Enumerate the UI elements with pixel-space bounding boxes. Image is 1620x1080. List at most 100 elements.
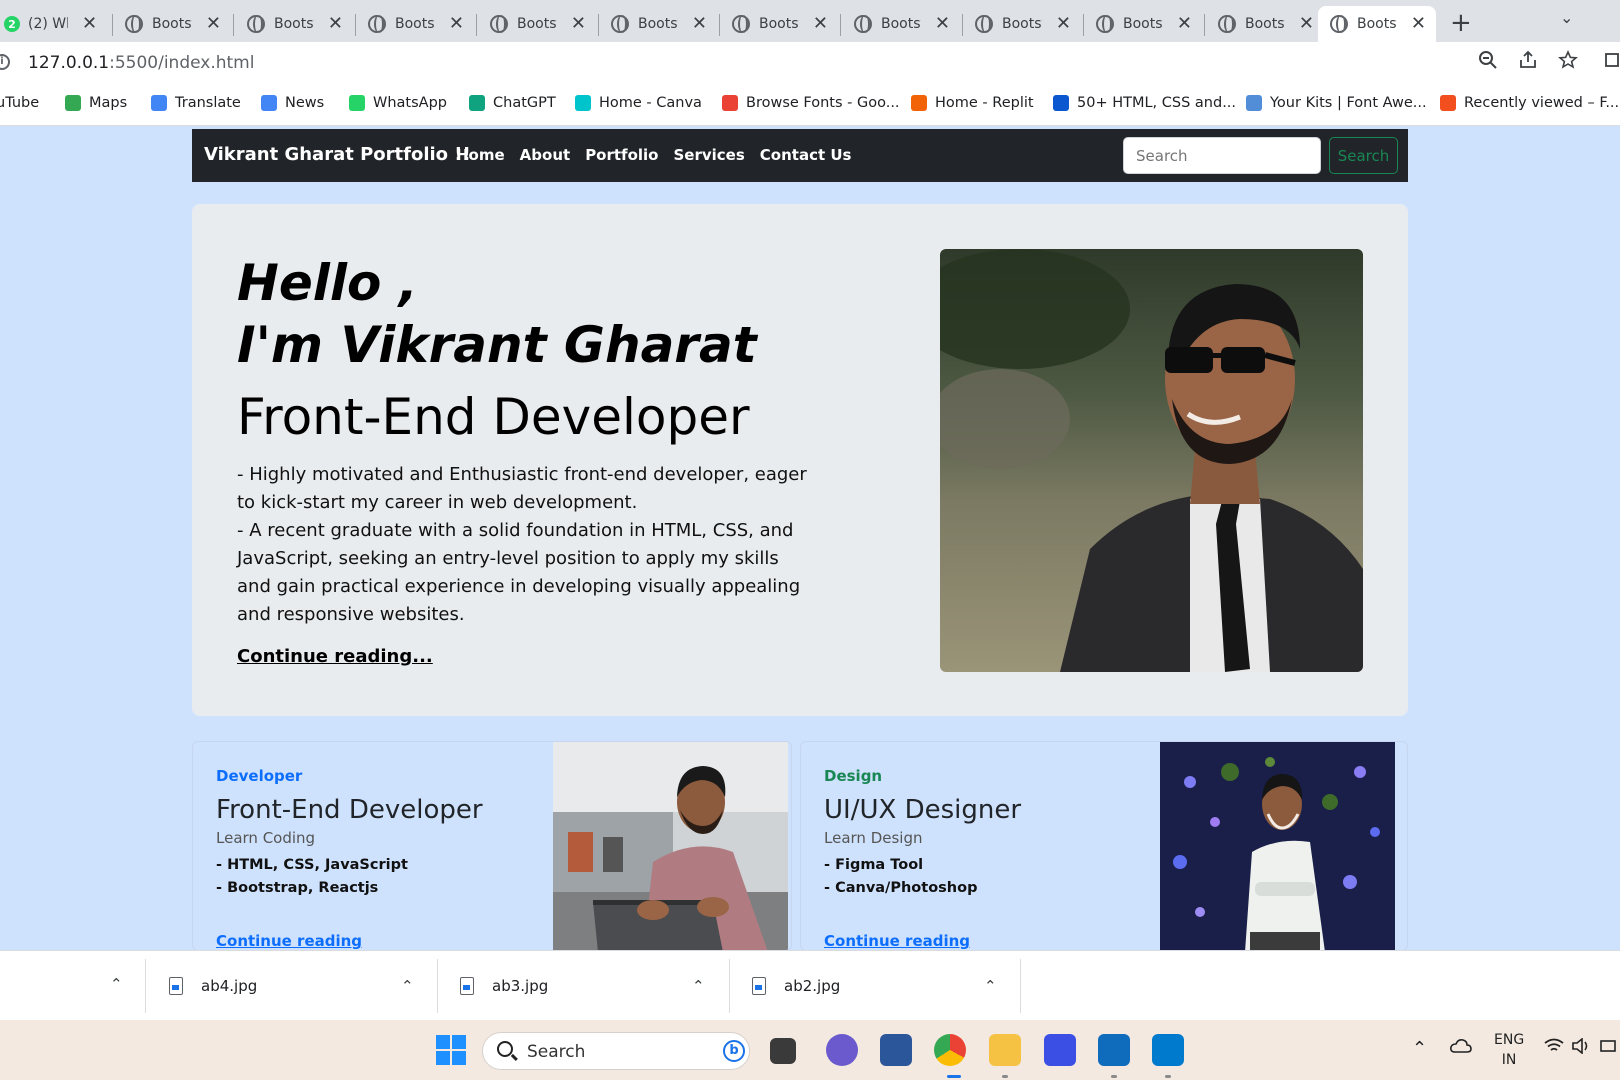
mail-icon[interactable] <box>1098 1034 1130 1066</box>
file-explorer-icon[interactable] <box>989 1034 1021 1066</box>
download-file-name: ab4.jpg <box>201 977 258 995</box>
hero-continue-reading-link[interactable]: Continue reading... <box>237 646 433 667</box>
browser-tab[interactable]: Bootst ✕ <box>113 6 231 42</box>
share-icon[interactable] <box>1518 50 1538 75</box>
globe-icon <box>1096 15 1114 33</box>
extensions-icon[interactable] <box>1604 50 1620 75</box>
bookmark-favicon-icon <box>349 95 365 111</box>
close-tab-icon[interactable]: ✕ <box>82 15 97 33</box>
card-continue-reading-link[interactable]: Continue reading <box>216 932 362 950</box>
browser-tab[interactable]: Bootst ✕ <box>963 6 1081 42</box>
active-app-indicator <box>947 1075 961 1078</box>
browser-tab-active[interactable]: Bootst ✕ <box>1318 6 1436 42</box>
chevron-up-icon[interactable]: ⌃ <box>692 977 705 995</box>
navbar-search-input[interactable] <box>1123 137 1321 174</box>
tab-search-chevron-icon[interactable]: ⌄ <box>1560 8 1573 27</box>
navbar-search-button[interactable]: Search <box>1329 137 1398 174</box>
close-tab-icon[interactable]: ✕ <box>206 15 221 33</box>
close-tab-icon[interactable]: ✕ <box>813 15 828 33</box>
volume-icon[interactable] <box>1572 1037 1592 1058</box>
close-tab-icon[interactable]: ✕ <box>692 15 707 33</box>
globe-icon <box>490 15 508 33</box>
developer-card: Developer Front-End Developer Learn Codi… <box>192 741 792 951</box>
bookmark-item[interactable]: Home - Canva <box>575 95 702 111</box>
bookmark-item[interactable]: News <box>261 95 324 111</box>
tab-title: Bootst <box>1245 16 1285 32</box>
close-tab-icon[interactable]: ✕ <box>935 15 950 33</box>
onedrive-cloud-icon[interactable] <box>1450 1038 1472 1058</box>
bookmark-item[interactable]: 50+ HTML, CSS and... <box>1053 95 1236 111</box>
bookmark-item[interactable]: WhatsApp <box>349 95 447 111</box>
chrome-icon[interactable] <box>934 1034 966 1066</box>
url-host: 127.0.0.1 <box>28 53 110 73</box>
bookmark-item[interactable]: Browse Fonts - Goo... <box>722 95 900 111</box>
nav-link-about[interactable]: About <box>520 146 571 164</box>
bookmark-item[interactable]: Recently viewed – F... <box>1440 95 1619 111</box>
url-field[interactable]: 127.0.0.1:5500/index.html <box>28 53 254 73</box>
bookmark-item[interactable]: Translate <box>151 95 241 111</box>
close-tab-icon[interactable]: ✕ <box>1411 15 1426 33</box>
chevron-up-icon[interactable]: ⌃ <box>984 977 997 995</box>
taskbar-search-box[interactable]: Search b <box>482 1032 750 1070</box>
developer-card-photo <box>553 742 788 950</box>
language-code: ENG <box>1494 1032 1525 1048</box>
pen-app-icon[interactable] <box>1044 1034 1076 1066</box>
tab-title: (2) Wh <box>28 16 68 32</box>
windows-start-icon[interactable] <box>436 1035 468 1067</box>
close-tab-icon[interactable]: ✕ <box>1177 15 1192 33</box>
browser-tab[interactable]: Bootst ✕ <box>235 6 353 42</box>
bookmark-item[interactable]: Home - Replit <box>911 95 1034 111</box>
chevron-up-icon[interactable]: ⌃ <box>110 975 123 993</box>
browser-tab[interactable]: Bootst ✕ <box>1084 6 1202 42</box>
browser-tab[interactable]: Bootst ✕ <box>1206 6 1324 42</box>
bookmark-favicon-icon <box>469 95 485 111</box>
word-icon[interactable] <box>880 1034 912 1066</box>
browser-tab[interactable]: Bootst ✕ <box>720 6 838 42</box>
bookmark-label: Home - Canva <box>599 95 702 111</box>
hero-description-line: - A recent graduate with a solid foundat… <box>237 520 801 625</box>
close-tab-icon[interactable]: ✕ <box>571 15 586 33</box>
tray-overflow-chevron-icon[interactable]: ⌃ <box>1412 1038 1427 1059</box>
download-item[interactable]: ab2.jpg ⌃ <box>752 959 997 1013</box>
battery-icon[interactable] <box>1600 1038 1616 1058</box>
task-view-icon[interactable] <box>770 1038 796 1064</box>
browser-tab[interactable]: Bootst ✕ <box>356 6 474 42</box>
bookmark-favicon-icon <box>65 95 81 111</box>
bookmark-item[interactable]: ChatGPT <box>469 95 556 111</box>
chevron-up-icon[interactable]: ⌃ <box>401 977 414 995</box>
wifi-icon[interactable] <box>1544 1038 1564 1058</box>
site-info-icon[interactable]: i <box>0 54 10 70</box>
download-divider <box>437 959 438 1013</box>
bookmark-label: Translate <box>175 95 241 111</box>
browser-tab[interactable]: Bootst ✕ <box>599 6 717 42</box>
region-code: IN <box>1501 1052 1517 1068</box>
browser-tab[interactable]: 2 (2) Wh ✕ <box>0 6 110 42</box>
navbar-brand[interactable]: Vikrant Gharat Portfolio !! <box>204 144 471 165</box>
nav-link-portfolio[interactable]: Portfolio <box>585 146 658 164</box>
close-tab-icon[interactable]: ✕ <box>1299 15 1314 33</box>
bookmark-item[interactable]: Your Kits | Font Awe... <box>1246 95 1427 111</box>
close-tab-icon[interactable]: ✕ <box>449 15 464 33</box>
new-tab-button[interactable]: + <box>1450 8 1472 38</box>
download-item[interactable]: ab4.jpg ⌃ <box>169 959 414 1013</box>
bookmark-favicon-icon <box>1440 95 1456 111</box>
zoom-icon[interactable] <box>1478 50 1498 75</box>
bookmark-star-icon[interactable] <box>1557 50 1579 75</box>
bing-icon[interactable]: b <box>723 1040 745 1062</box>
teams-chat-icon[interactable] <box>826 1034 858 1066</box>
close-tab-icon[interactable]: ✕ <box>328 15 343 33</box>
nav-link-services[interactable]: Services <box>673 146 744 164</box>
close-tab-icon[interactable]: ✕ <box>1056 15 1071 33</box>
card-subtitle: Learn Design <box>824 829 923 847</box>
nav-link-contact[interactable]: Contact Us <box>760 146 852 164</box>
language-indicator[interactable]: ENG IN <box>1494 1030 1524 1070</box>
running-app-indicator <box>1165 1075 1171 1078</box>
nav-link-home[interactable]: Home <box>456 146 505 164</box>
card-continue-reading-link[interactable]: Continue reading <box>824 932 970 950</box>
bookmark-item[interactable]: uTube <box>0 95 39 111</box>
bookmark-item[interactable]: Maps <box>65 95 127 111</box>
vscode-icon[interactable] <box>1152 1034 1184 1066</box>
browser-tab[interactable]: Bootst ✕ <box>478 6 596 42</box>
browser-tab[interactable]: Bootst ✕ <box>842 6 960 42</box>
download-item[interactable]: ab3.jpg ⌃ <box>460 959 705 1013</box>
